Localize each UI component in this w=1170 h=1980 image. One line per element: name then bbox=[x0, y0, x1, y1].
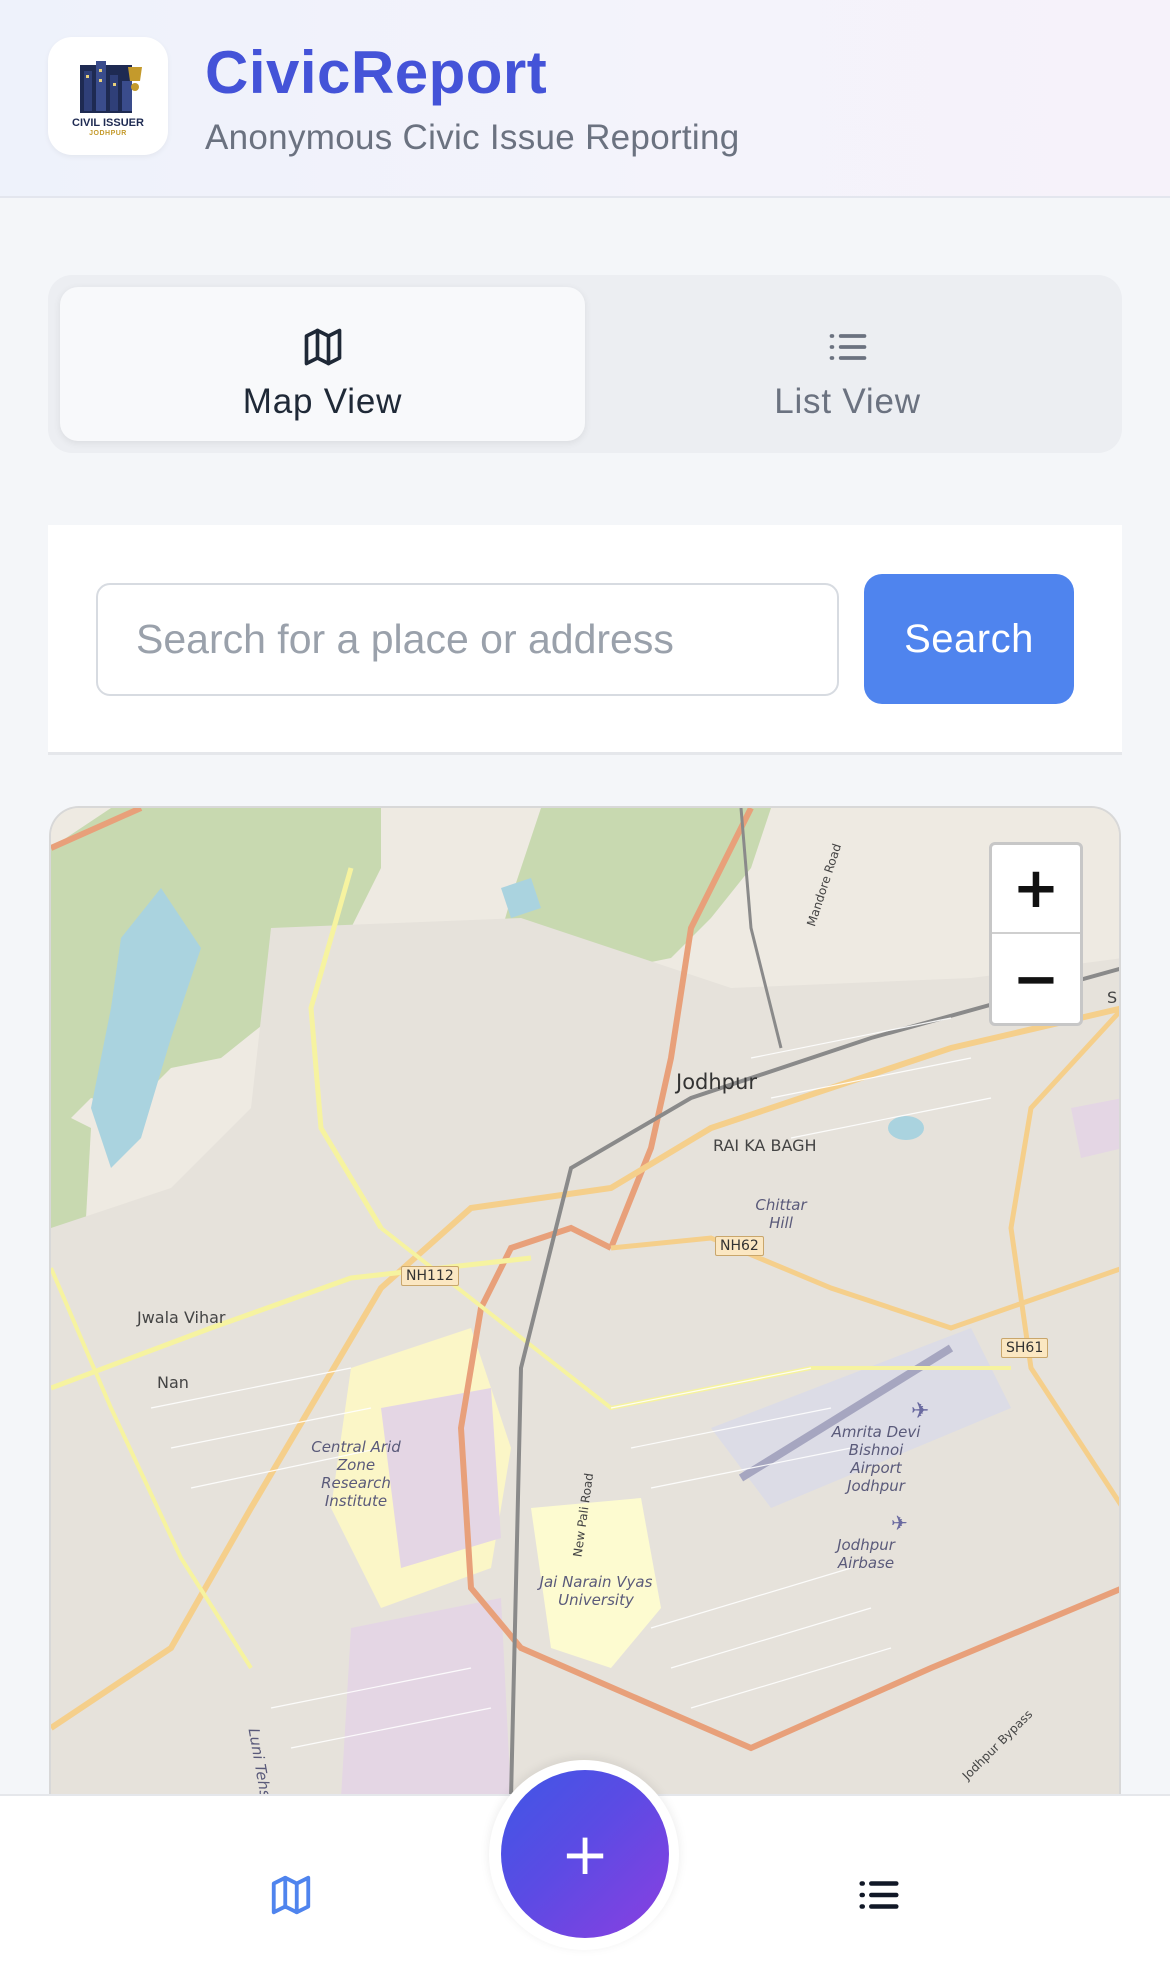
map-icon bbox=[271, 1875, 311, 1915]
search-card: Search bbox=[48, 525, 1122, 755]
app-logo: CIVIL ISSUER JODHPUR bbox=[48, 37, 168, 155]
app-header: CIVIL ISSUER JODHPUR CivicReport Anonymo… bbox=[0, 0, 1170, 198]
app-subtitle: Anonymous Civic Issue Reporting bbox=[205, 118, 740, 157]
tab-label: Map View bbox=[242, 382, 403, 421]
logo-subtext: JODHPUR bbox=[89, 130, 127, 137]
zoom-out-button[interactable]: − bbox=[992, 935, 1080, 1024]
svg-text:✈: ✈ bbox=[911, 1399, 929, 1424]
svg-text:✈: ✈ bbox=[891, 1511, 908, 1535]
zoom-in-button[interactable]: + bbox=[992, 845, 1080, 934]
map-canvas[interactable]: ✈ ✈ Jodhpur RAI KA BAGH Chittar Hill Jwa… bbox=[49, 806, 1121, 1796]
tab-map-view[interactable]: Map View bbox=[60, 287, 585, 441]
tab-list-view[interactable]: List View bbox=[585, 287, 1110, 441]
zoom-control: + − bbox=[989, 842, 1083, 1026]
nav-map-button[interactable] bbox=[268, 1872, 314, 1923]
tab-label: List View bbox=[774, 382, 921, 421]
list-icon bbox=[829, 334, 866, 360]
map-label-jnvu: Jai Narain Vyas University bbox=[539, 1573, 653, 1609]
view-toggle: Map View List View bbox=[48, 275, 1122, 453]
logo-skyline-icon bbox=[80, 61, 142, 113]
app-title: CivicReport bbox=[205, 39, 548, 106]
nav-list-button[interactable] bbox=[856, 1872, 902, 1923]
basemap: ✈ ✈ bbox=[51, 808, 1119, 1796]
search-input[interactable] bbox=[96, 583, 839, 696]
map-label-chittar-hill: Chittar Hill bbox=[755, 1196, 807, 1232]
add-report-button[interactable]: + bbox=[501, 1770, 669, 1938]
map-label-rai-ka-bagh: RAI KA BAGH bbox=[713, 1136, 817, 1155]
road-shield-sh61: SH61 bbox=[1001, 1338, 1049, 1358]
logo-text: CIVIL ISSUER bbox=[72, 117, 144, 129]
map-label-edge: S bbox=[1107, 988, 1118, 1007]
map-label-jwala-vihar: Jwala Vihar bbox=[137, 1308, 226, 1327]
map-label-cazri: Central Arid Zone Research Institute bbox=[311, 1438, 401, 1510]
road-shield-nh112: NH112 bbox=[401, 1266, 459, 1286]
map-label-airbase: Jodhpur Airbase bbox=[837, 1536, 895, 1572]
search-button[interactable]: Search bbox=[864, 574, 1074, 704]
plus-icon: + bbox=[560, 1820, 610, 1888]
map-label-nan: Nan bbox=[157, 1373, 189, 1392]
road-shield-nh62: NH62 bbox=[715, 1236, 764, 1256]
map-label-airport: Amrita Devi Bishnoi Airport Jodhpur bbox=[831, 1423, 921, 1495]
list-icon bbox=[859, 1881, 899, 1909]
map-icon bbox=[304, 328, 341, 366]
map-label-jodhpur: Jodhpur bbox=[676, 1070, 757, 1094]
